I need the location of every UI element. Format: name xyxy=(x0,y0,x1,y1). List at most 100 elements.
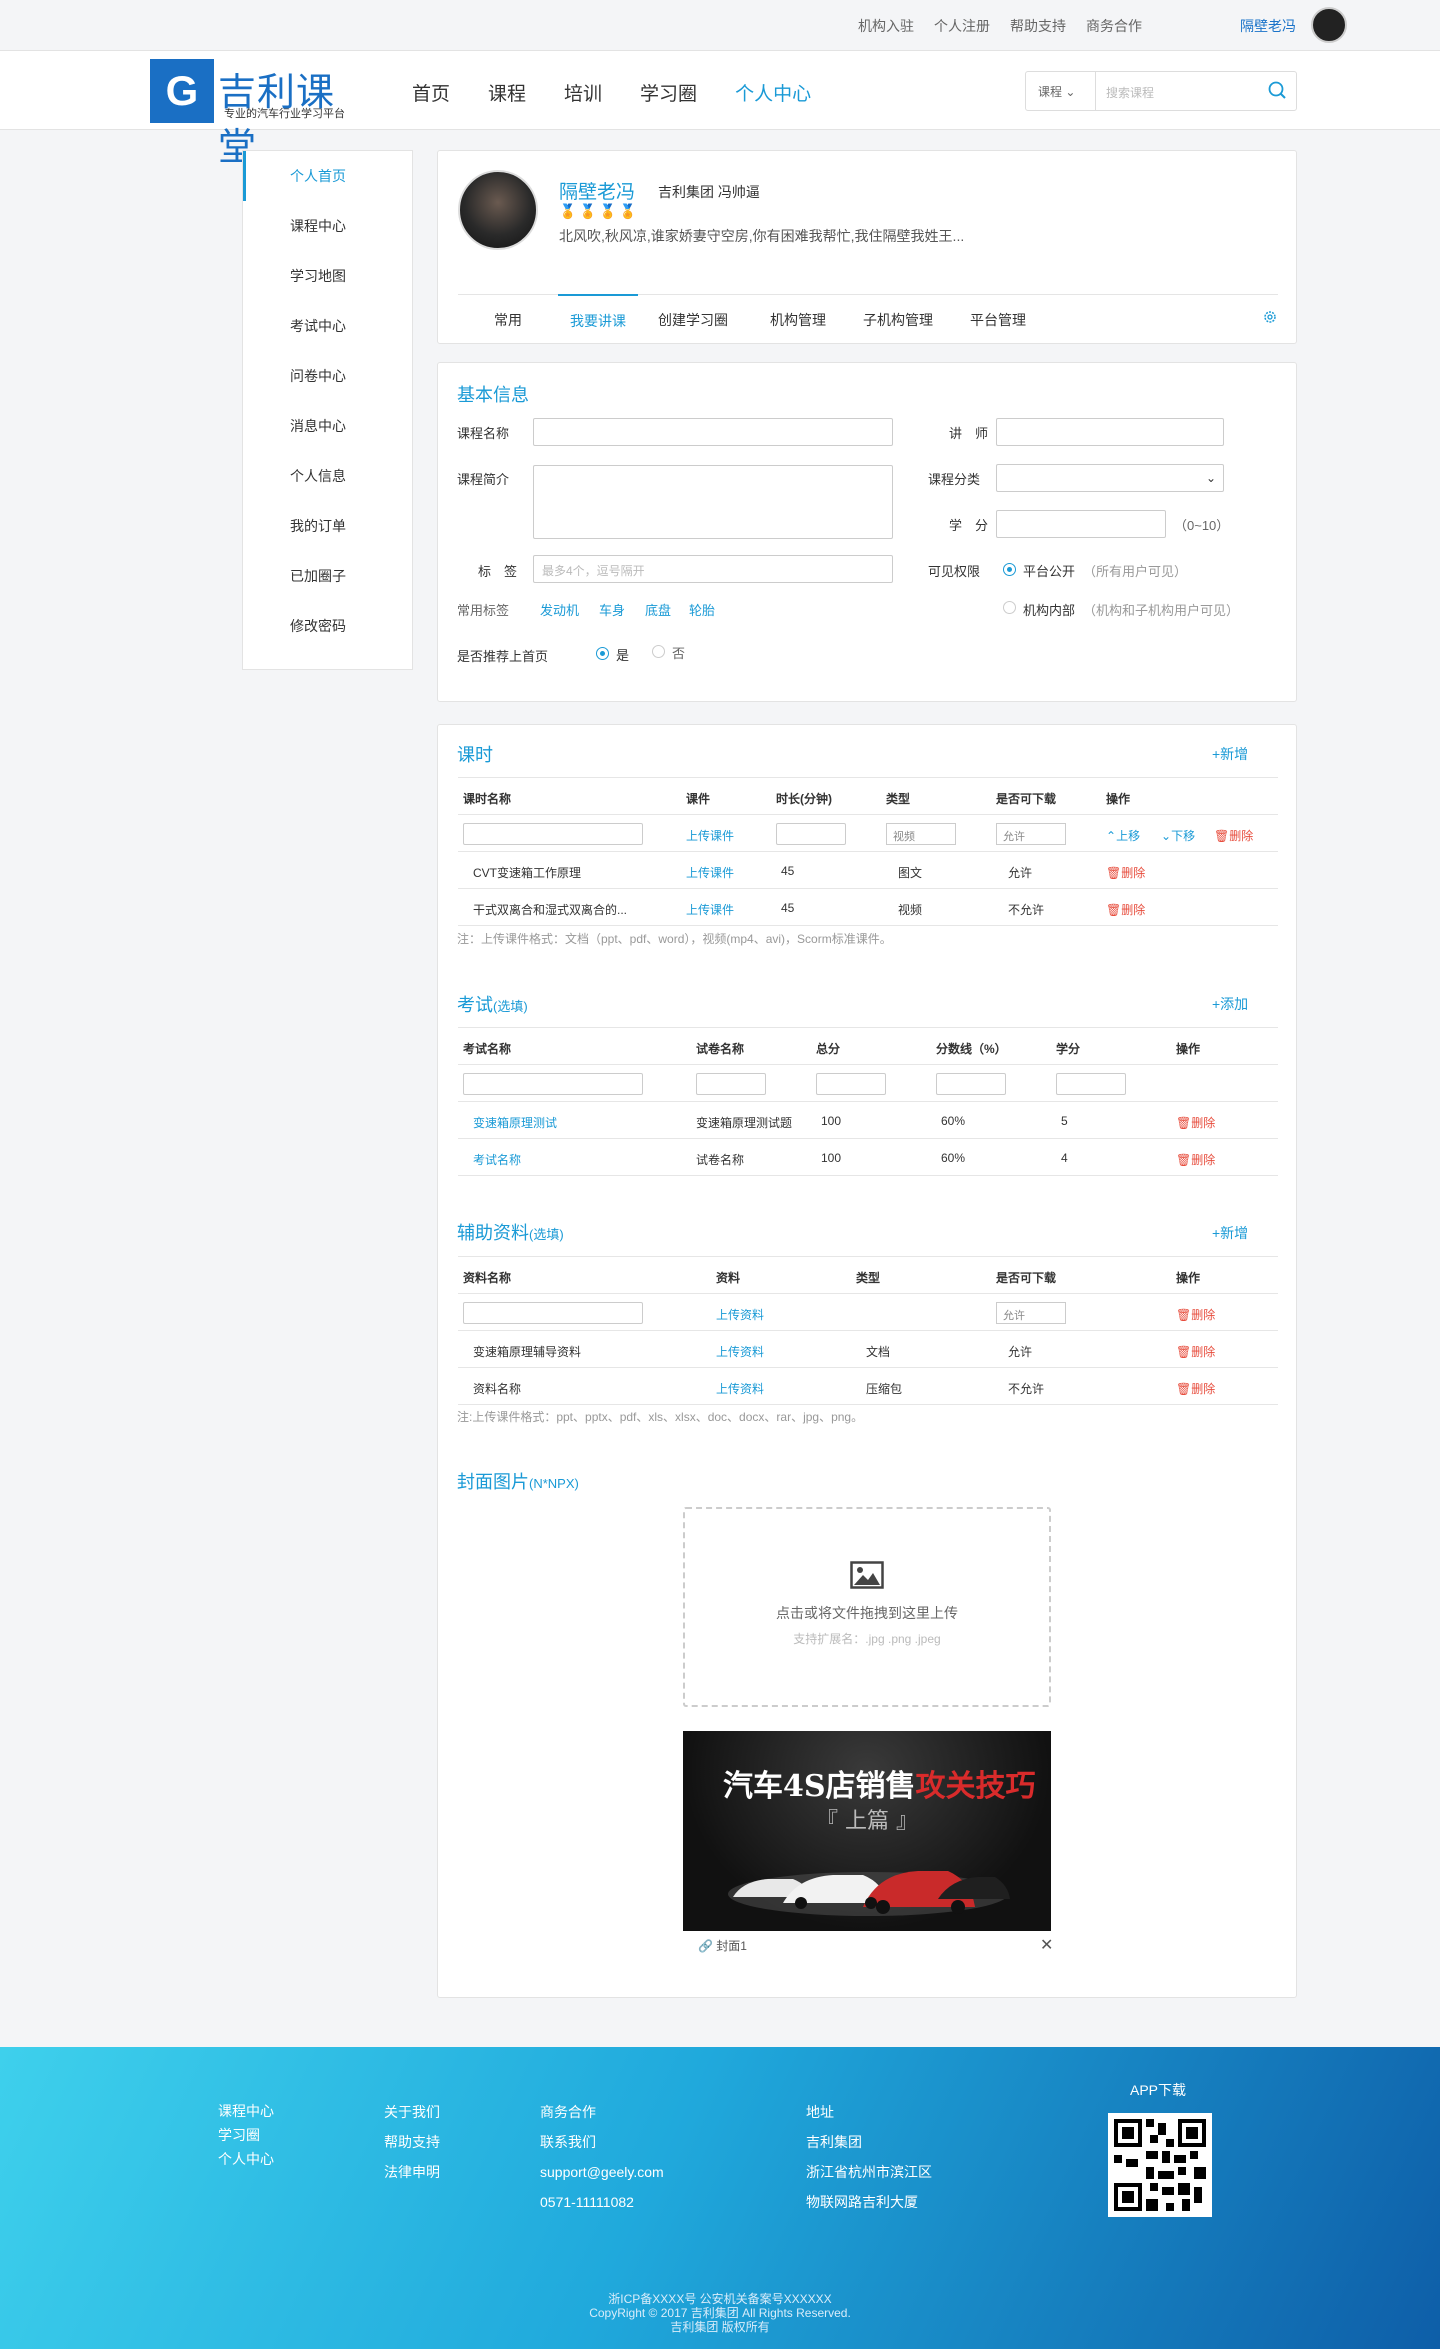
nav-circle[interactable]: 学习圈 xyxy=(640,79,697,106)
top-link-help[interactable]: 帮助支持 xyxy=(1010,16,1066,36)
delete-button[interactable]: 🗑删除 xyxy=(1176,1114,1215,1131)
credit-input[interactable] xyxy=(996,510,1166,538)
delete-button[interactable]: 🗑删除 xyxy=(1176,1380,1215,1397)
delete-button[interactable]: 🗑删除 xyxy=(1106,864,1145,881)
close-icon[interactable]: ✕ xyxy=(1040,1935,1053,1955)
sidebar-item-circles[interactable]: 已加圈子 xyxy=(243,551,412,601)
common-tag[interactable]: 车身 xyxy=(599,600,625,619)
nav-home[interactable]: 首页 xyxy=(412,79,450,106)
gear-icon[interactable] xyxy=(1262,309,1278,325)
tags-input[interactable]: 最多4个，逗号隔开 xyxy=(533,555,893,583)
material-download: 不允许 xyxy=(1008,1382,1045,1396)
course-intro-textarea[interactable] xyxy=(533,465,893,539)
footer-link[interactable]: 帮助支持 xyxy=(384,2127,440,2157)
top-link-business[interactable]: 商务合作 xyxy=(1086,16,1142,36)
sidebar-item-password[interactable]: 修改密码 xyxy=(243,601,412,651)
delete-button[interactable]: 🗑删除 xyxy=(1214,827,1253,844)
col-header: 课时名称 xyxy=(463,792,512,806)
qr-code[interactable] xyxy=(1108,2113,1212,2217)
top-link-join[interactable]: 机构入驻 xyxy=(858,16,914,36)
move-up-button[interactable]: ⌃上移 xyxy=(1106,827,1140,844)
category-select[interactable]: ⌄ xyxy=(996,464,1224,492)
sidebar-item-surveys[interactable]: 问卷中心 xyxy=(243,351,412,401)
exam-name-link[interactable]: 变速箱原理测试 xyxy=(473,1114,557,1131)
profile-name: 隔壁老冯 xyxy=(559,182,636,203)
delete-button[interactable]: 🗑删除 xyxy=(1176,1151,1215,1168)
footer-email[interactable]: support@geely.com xyxy=(540,2157,664,2187)
upload-courseware-link[interactable]: 上传课件 xyxy=(686,827,734,844)
tab-suborg[interactable]: 子机构管理 xyxy=(848,295,948,340)
cover-file-name[interactable]: 🔗 封面1 xyxy=(698,1937,747,1954)
type-select[interactable]: 视频 xyxy=(886,823,956,845)
paper-name-input[interactable] xyxy=(696,1073,766,1095)
top-link-register[interactable]: 个人注册 xyxy=(934,16,990,36)
add-exam-button[interactable]: +添加 xyxy=(1212,994,1248,1014)
sidebar-item-courses[interactable]: 课程中心 xyxy=(243,201,412,251)
exam-name-link[interactable]: 考试名称 xyxy=(473,1151,521,1168)
delete-button[interactable]: 🗑删除 xyxy=(1176,1306,1215,1323)
total-score-input[interactable] xyxy=(816,1073,886,1095)
cover-upload-dropzone[interactable]: 点击或将文件拖拽到这里上传 支持扩展名：.jpg .png .jpeg xyxy=(683,1507,1051,1707)
sidebar-item-orders[interactable]: 我的订单 xyxy=(243,501,412,551)
tab-org[interactable]: 机构管理 xyxy=(748,295,848,340)
teacher-input[interactable] xyxy=(996,418,1224,446)
footer-link[interactable]: 个人中心 xyxy=(218,2147,274,2171)
nav-personal[interactable]: 个人中心 xyxy=(735,79,811,106)
download-select[interactable]: 允许 xyxy=(996,1302,1066,1324)
top-avatar[interactable] xyxy=(1311,7,1347,43)
credit-input[interactable] xyxy=(1056,1073,1126,1095)
sidebar-item-info[interactable]: 个人信息 xyxy=(243,451,412,501)
tab-create-circle[interactable]: 创建学习圈 xyxy=(638,295,748,340)
visibility-public-radio[interactable] xyxy=(1003,563,1016,576)
move-down-button[interactable]: ⌄下移 xyxy=(1161,827,1195,844)
common-tag[interactable]: 发动机 xyxy=(540,600,579,619)
upload-material-link[interactable]: 上传资料 xyxy=(716,1343,764,1360)
common-tag[interactable]: 轮胎 xyxy=(689,600,715,619)
delete-button[interactable]: 🗑删除 xyxy=(1176,1343,1215,1360)
common-tag[interactable]: 底盘 xyxy=(645,600,671,619)
duration-input[interactable] xyxy=(776,823,846,845)
search-input[interactable]: 搜索课程 xyxy=(1106,84,1154,101)
lesson-name-input[interactable] xyxy=(463,823,643,845)
upload-courseware-link[interactable]: 上传课件 xyxy=(686,901,734,918)
footer-link[interactable]: 商务合作 xyxy=(540,2097,664,2127)
top-username[interactable]: 隔壁老冯 xyxy=(1240,16,1296,36)
footer-link[interactable]: 学习圈 xyxy=(218,2123,274,2147)
add-lesson-button[interactable]: +新增 xyxy=(1212,744,1248,764)
add-material-button[interactable]: +新增 xyxy=(1212,1223,1248,1243)
logo[interactable]: G 吉利课堂 专业的汽车行业学习平台 xyxy=(150,59,365,169)
footer-link[interactable]: 课程中心 xyxy=(218,2099,274,2123)
tab-platform[interactable]: 平台管理 xyxy=(948,295,1048,340)
recommend-no-radio[interactable] xyxy=(652,645,665,658)
upload-courseware-link[interactable]: 上传课件 xyxy=(686,864,734,881)
lesson-type: 视频 xyxy=(898,903,923,917)
footer: 课程中心 学习圈 个人中心 关于我们 帮助支持 法律申明 商务合作 联系我们 s… xyxy=(0,2047,1440,2349)
exam-name-input[interactable] xyxy=(463,1073,643,1095)
footer-link[interactable]: 关于我们 xyxy=(384,2097,440,2127)
sidebar-item-messages[interactable]: 消息中心 xyxy=(243,401,412,451)
col-header: 是否可下载 xyxy=(996,792,1057,806)
delete-button[interactable]: 🗑删除 xyxy=(1106,901,1145,918)
pass-line-input[interactable] xyxy=(936,1073,1006,1095)
material-type: 压缩包 xyxy=(866,1382,903,1396)
nav-training[interactable]: 培训 xyxy=(564,79,602,106)
upload-material-link[interactable]: 上传资料 xyxy=(716,1306,764,1323)
exam-credit: 5 xyxy=(1061,1114,1068,1128)
sidebar-item-exams[interactable]: 考试中心 xyxy=(243,301,412,351)
download-select[interactable]: 允许 xyxy=(996,823,1066,845)
sidebar-item-map[interactable]: 学习地图 xyxy=(243,251,412,301)
search-category-select[interactable]: 课程 ⌄ xyxy=(1026,72,1096,110)
footer-link[interactable]: 法律申明 xyxy=(384,2157,440,2187)
material-name-input[interactable] xyxy=(463,1302,643,1324)
footer-link[interactable]: 联系我们 xyxy=(540,2127,664,2157)
recommend-yes-radio[interactable] xyxy=(596,647,609,660)
upload-material-link[interactable]: 上传资料 xyxy=(716,1380,764,1397)
search-icon[interactable] xyxy=(1266,79,1288,101)
sidebar-item-home[interactable]: 个人首页 xyxy=(243,151,412,201)
tab-teach[interactable]: 我要讲课 xyxy=(558,294,638,340)
course-name-input[interactable] xyxy=(533,418,893,446)
tab-common[interactable]: 常用 xyxy=(458,295,558,340)
nav-courses[interactable]: 课程 xyxy=(488,79,526,106)
visibility-internal-radio[interactable] xyxy=(1003,601,1016,614)
delete-label: 删除 xyxy=(1121,903,1146,917)
